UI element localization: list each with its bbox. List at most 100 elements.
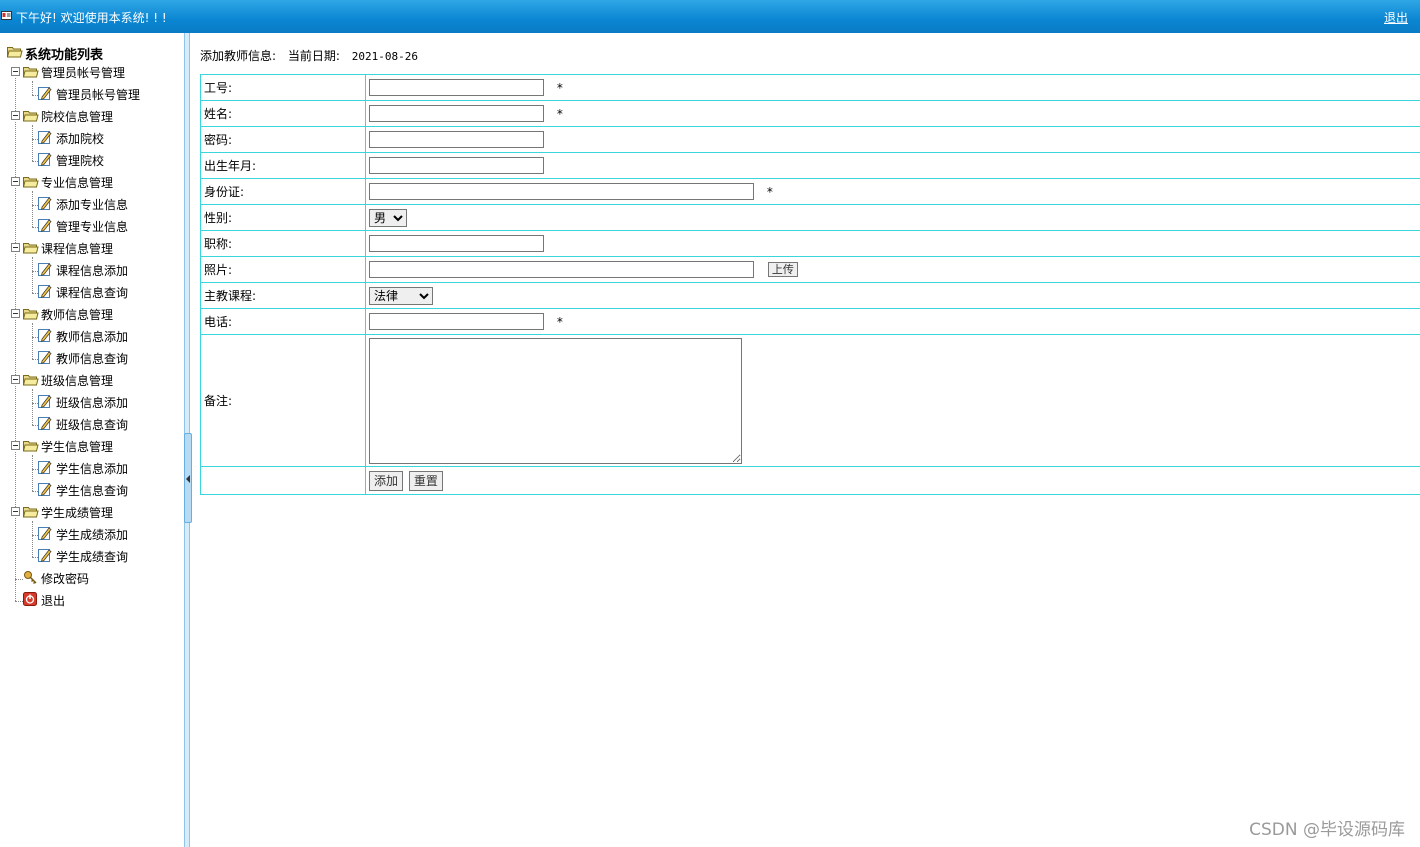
tree-group-label: 教师信息管理	[41, 308, 114, 322]
field-label: 职称:	[200, 230, 366, 257]
job-no-input[interactable]	[369, 79, 544, 96]
tree-item-label: 学生成绩查询	[56, 550, 129, 564]
function-tree: 系统功能列表 管理员帐号管理 管理员帐号管理 院校信息管理 添加院校 管理院校 …	[0, 33, 184, 847]
edit-page-icon	[38, 263, 52, 276]
edit-page-icon	[38, 483, 52, 496]
id-card-input[interactable]	[369, 183, 754, 200]
edit-page-icon	[38, 527, 52, 540]
folder-open-icon	[23, 177, 39, 188]
tree-item-label: 添加院校	[56, 132, 105, 146]
tree-group-label: 院校信息管理	[41, 110, 114, 124]
collapse-toggle-icon[interactable]	[11, 507, 20, 516]
tree-item-label: 修改密码	[41, 572, 90, 586]
course-select[interactable]: 法律	[369, 286, 433, 305]
field-label: 姓名:	[200, 100, 366, 127]
tree-group-label: 专业信息管理	[41, 176, 114, 190]
required-mark: *	[556, 80, 563, 95]
collapse-toggle-icon[interactable]	[11, 111, 20, 120]
tree-item-label: 学生成绩添加	[56, 528, 129, 542]
field-label: 主教课程:	[200, 282, 366, 309]
tree-item-label: 教师信息查询	[56, 352, 129, 366]
edit-page-icon	[38, 417, 52, 430]
greeting-text: 下午好! 欢迎使用本系统! ! !	[16, 11, 167, 25]
form-title: 添加教师信息:	[200, 49, 277, 63]
folder-open-icon	[23, 375, 39, 386]
edit-page-icon	[38, 197, 52, 210]
power-icon	[23, 592, 37, 606]
required-mark: *	[766, 184, 773, 199]
empty-cell	[200, 466, 366, 495]
tree-item-label: 管理专业信息	[56, 220, 129, 234]
folder-open-icon	[23, 67, 39, 78]
id-card-icon	[1, 11, 12, 20]
field-label: 密码:	[200, 126, 366, 153]
collapse-toggle-icon[interactable]	[11, 67, 20, 76]
add-button[interactable]: 添加	[369, 470, 404, 491]
tree-group-label: 学生成绩管理	[41, 506, 114, 520]
title-input[interactable]	[369, 235, 544, 252]
collapse-toggle-icon[interactable]	[11, 243, 20, 252]
form-header: 添加教师信息: 当前日期: 2021-08-26	[200, 47, 418, 64]
collapse-toggle-icon[interactable]	[11, 177, 20, 186]
tree-group-label: 课程信息管理	[41, 242, 114, 256]
tree-item-label: 管理员帐号管理	[56, 88, 141, 102]
main-content: 添加教师信息: 当前日期: 2021-08-26 工号: * 姓名: * 密码:…	[190, 33, 1420, 847]
folder-open-icon	[23, 309, 39, 320]
folder-open-icon	[7, 47, 23, 58]
logout-link[interactable]: 退出	[1384, 9, 1408, 26]
tree-item-label: 学生信息查询	[56, 484, 129, 498]
folder-open-icon	[23, 111, 39, 122]
date-label: 当前日期:	[287, 49, 340, 63]
tree-group-label: 班级信息管理	[41, 374, 114, 388]
tree-item-label: 课程信息添加	[56, 264, 129, 278]
edit-page-icon	[38, 329, 52, 342]
field-label: 出生年月:	[200, 152, 366, 179]
folder-open-icon	[23, 507, 39, 518]
remark-textarea[interactable]	[369, 337, 742, 464]
collapse-toggle-icon[interactable]	[11, 441, 20, 450]
field-label: 性别:	[200, 204, 366, 231]
top-bar: 下午好! 欢迎使用本系统! ! ! 退出	[0, 0, 1420, 33]
sidebar: 系统功能列表 管理员帐号管理 管理员帐号管理 院校信息管理 添加院校 管理院校 …	[0, 33, 184, 847]
required-mark: *	[556, 314, 563, 329]
name-input[interactable]	[369, 105, 544, 122]
reset-button[interactable]: 重置	[408, 470, 443, 491]
collapse-toggle-icon[interactable]	[11, 375, 20, 384]
edit-page-icon	[38, 461, 52, 474]
edit-page-icon	[38, 219, 52, 232]
edit-page-icon	[38, 131, 52, 144]
tree-item-label: 班级信息添加	[56, 396, 129, 410]
tree-item-label: 课程信息查询	[56, 286, 129, 300]
tree-root-label: 系统功能列表	[25, 48, 104, 63]
tree-item-label: 管理院校	[56, 154, 105, 168]
required-mark: *	[556, 106, 563, 121]
edit-page-icon	[38, 285, 52, 298]
birth-date-input[interactable]	[369, 157, 544, 174]
tree-item-label: 教师信息添加	[56, 330, 129, 344]
watermark: CSDN @毕设源码库	[1249, 820, 1405, 840]
teacher-form-table: 工号: * 姓名: * 密码: 出生年月: 身份证: * 性别: 男 职称: 照…	[200, 74, 1420, 495]
gender-select[interactable]: 男	[369, 208, 407, 227]
field-label: 照片:	[200, 256, 366, 283]
tree-item-label: 退出	[41, 594, 66, 608]
edit-page-icon	[38, 351, 52, 364]
field-label: 电话:	[200, 308, 366, 335]
edit-page-icon	[38, 395, 52, 408]
field-label: 身份证:	[200, 178, 366, 205]
tree-item-label: 班级信息查询	[56, 418, 129, 432]
phone-input[interactable]	[369, 313, 544, 330]
field-label: 备注:	[200, 334, 366, 467]
field-label: 工号:	[200, 74, 366, 101]
tree-group-label: 管理员帐号管理	[41, 66, 126, 80]
tree-group-label: 学生信息管理	[41, 440, 114, 454]
photo-path-input[interactable]	[369, 261, 754, 278]
tree-item-label: 添加专业信息	[56, 198, 129, 212]
folder-open-icon	[23, 441, 39, 452]
edit-page-icon	[38, 87, 52, 100]
password-input[interactable]	[369, 131, 544, 148]
collapse-toggle-icon[interactable]	[11, 309, 20, 318]
upload-button[interactable]: 上传	[767, 262, 798, 277]
current-date: 2021-08-26	[351, 50, 418, 63]
edit-page-icon	[38, 549, 52, 562]
edit-page-icon	[38, 153, 52, 166]
